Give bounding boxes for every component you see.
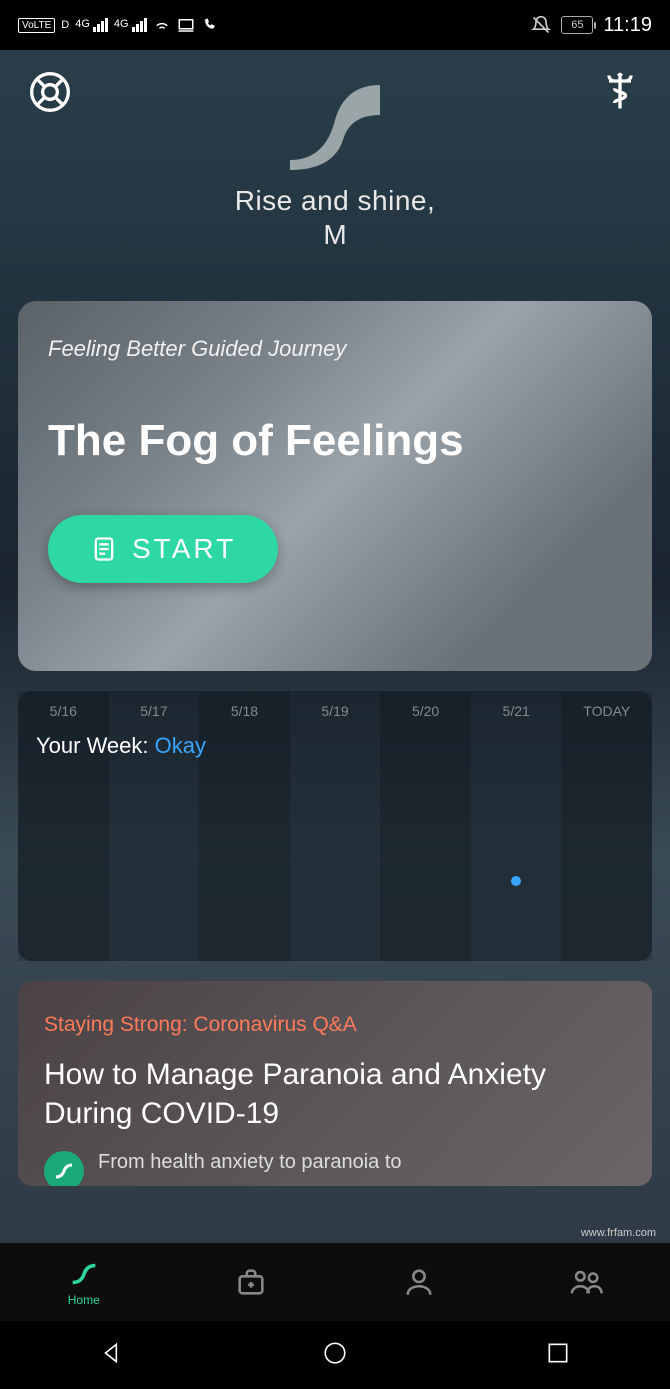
mood-dot [511, 876, 521, 886]
back-button[interactable] [99, 1340, 125, 1371]
start-button[interactable]: START [48, 515, 278, 583]
home-button[interactable] [322, 1340, 348, 1371]
caduceus-icon [598, 70, 642, 114]
battery-icon: 65 [561, 16, 593, 34]
bottom-nav: Home [0, 1243, 670, 1321]
bell-off-icon [531, 15, 551, 35]
article-title: How to Manage Paranoia and Anxiety Durin… [44, 1055, 626, 1133]
home-swish-icon [67, 1257, 101, 1291]
briefcase-plus-icon [234, 1265, 268, 1299]
nav-home[interactable]: Home [0, 1243, 168, 1321]
nav-community[interactable] [503, 1243, 670, 1321]
phone-icon [201, 16, 219, 34]
start-label: START [132, 533, 236, 565]
triangle-back-icon [99, 1340, 125, 1366]
week-card[interactable]: 5/16 5/17 5/18 5/19 5/20 5/21 TODAY Your… [18, 691, 652, 961]
people-icon [569, 1265, 603, 1299]
day-col: 5/21 [471, 691, 562, 961]
week-summary: Your Week: Okay [36, 733, 206, 759]
day-col: 5/18 [199, 691, 290, 961]
status-bar: VoLTE D 4G 4G 65 11:19 [0, 0, 670, 50]
app-logo-icon [275, 70, 395, 180]
signal-icon [93, 18, 108, 32]
recents-button[interactable] [545, 1340, 571, 1371]
d-indicator: D [61, 19, 69, 31]
watermark: www.frfam.com [581, 1227, 656, 1239]
wifi-icon [153, 16, 171, 34]
android-nav-bar [0, 1321, 670, 1389]
net-label-2: 4G [114, 18, 129, 30]
square-recents-icon [545, 1340, 571, 1366]
net-label-1: 4G [75, 18, 90, 30]
signal-icon [132, 18, 147, 32]
document-icon [90, 535, 118, 563]
nav-profile[interactable] [335, 1243, 503, 1321]
help-button[interactable] [28, 70, 72, 114]
volte-badge: VoLTE [18, 18, 55, 33]
day-col: TODAY [561, 691, 652, 961]
medical-button[interactable] [598, 70, 642, 114]
lifebuoy-icon [28, 70, 72, 114]
greeting-name: M [72, 219, 598, 251]
article-card[interactable]: Staying Strong: Coronavirus Q&A How to M… [18, 981, 652, 1186]
person-icon [402, 1265, 436, 1299]
greeting-text: Rise and shine, [72, 185, 598, 217]
journey-card[interactable]: Feeling Better Guided Journey The Fog of… [18, 301, 652, 671]
clock-time: 11:19 [603, 14, 652, 37]
journey-subtitle: Feeling Better Guided Journey [48, 336, 622, 362]
article-source-icon [44, 1151, 84, 1186]
article-tag: Staying Strong: Coronavirus Q&A [44, 1013, 626, 1037]
day-col: 5/19 [290, 691, 381, 961]
journey-title: The Fog of Feelings [48, 417, 622, 465]
day-col: 5/20 [380, 691, 471, 961]
article-desc: From health anxiety to paranoia to [98, 1151, 402, 1174]
monitor-icon [177, 16, 195, 34]
nav-home-label: Home [68, 1293, 100, 1307]
circle-home-icon [322, 1340, 348, 1366]
day-col: 5/17 [109, 691, 200, 961]
day-col: 5/16 [18, 691, 109, 961]
nav-kit[interactable] [168, 1243, 336, 1321]
